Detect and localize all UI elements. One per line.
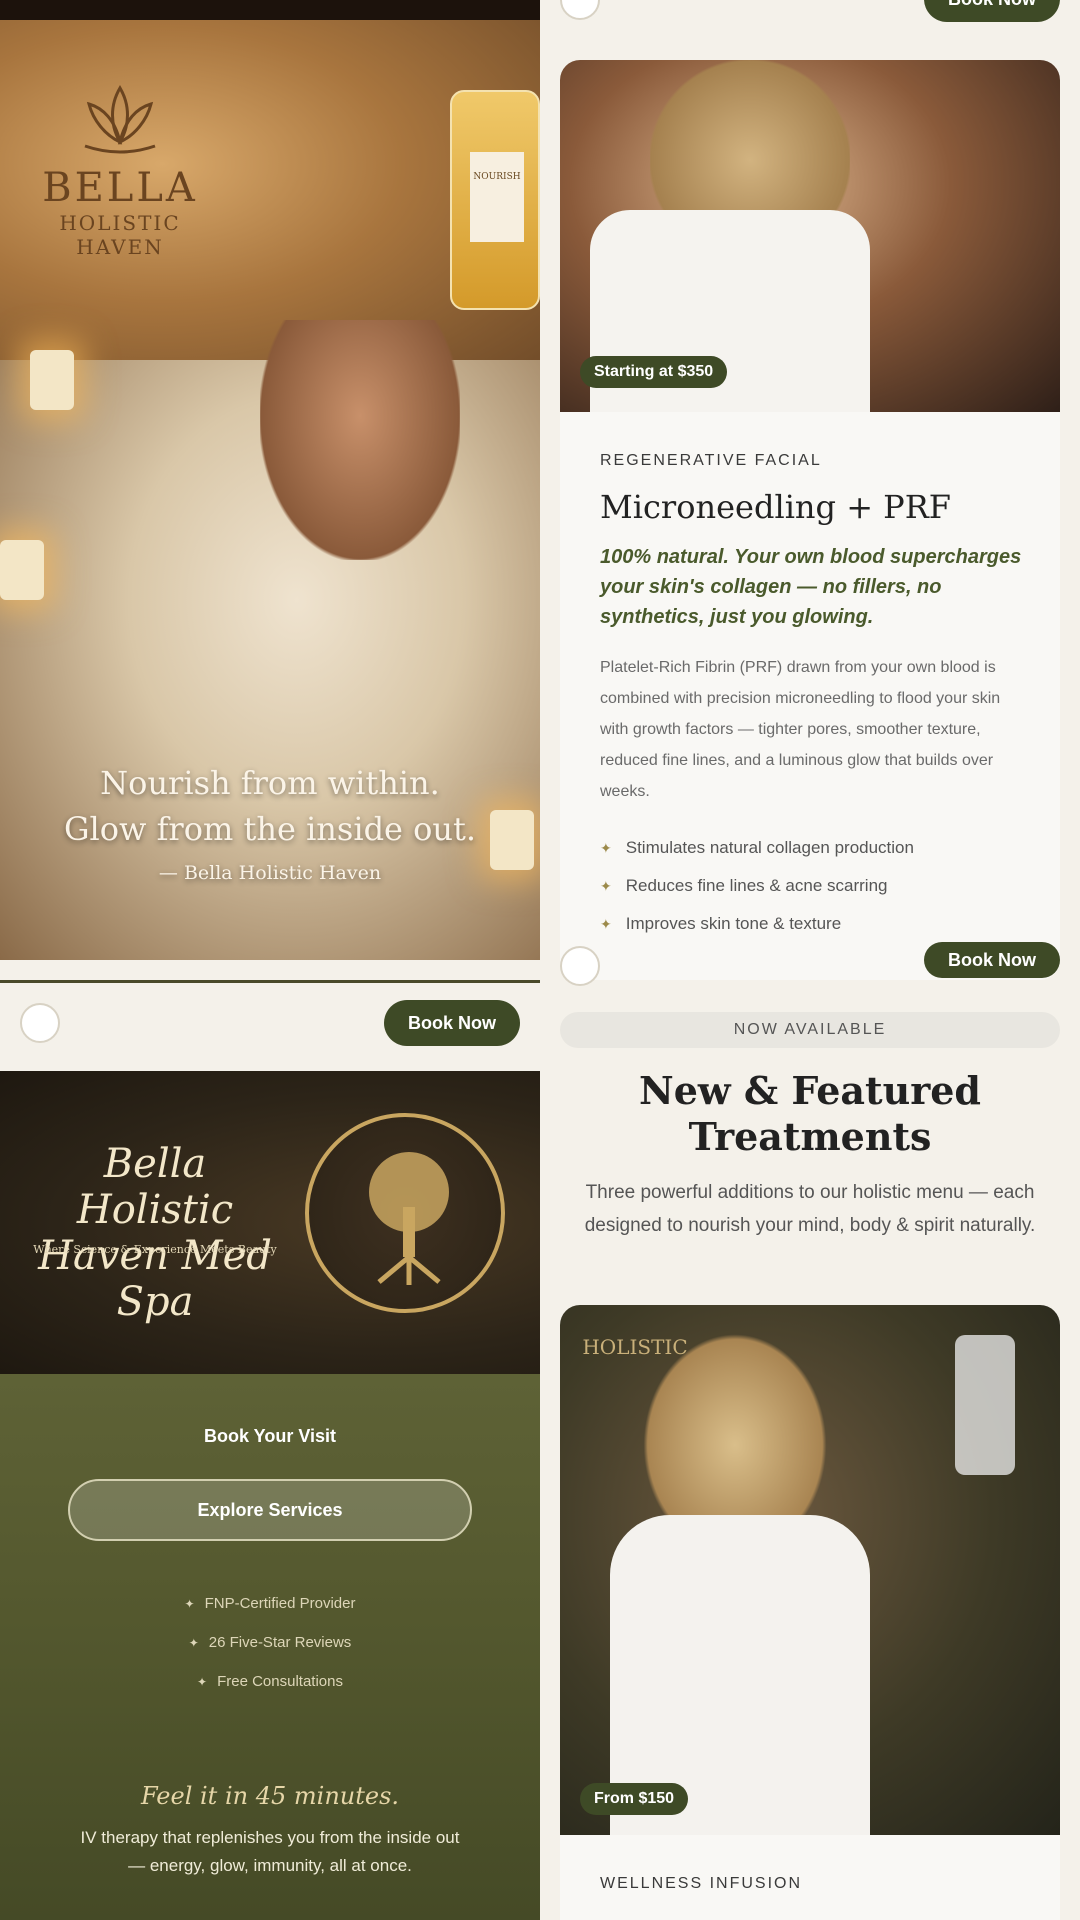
treatment-card-body: REGENERATIVE FACIAL Microneedling + PRF … [600, 452, 1030, 943]
featured-treatments-panel: NOW AVAILABLE New & Featured Treatments … [540, 1000, 1080, 1920]
candle-image [30, 350, 74, 410]
candle-image [0, 540, 44, 600]
benefit-item: ✦ Stimulates natural collagen production [600, 829, 1030, 867]
hero-quote-signature: — Bella Holistic Haven [158, 862, 382, 884]
benefit-label: Improves skin tone & texture [625, 914, 842, 933]
hero-quote-line1: Nourish from within. [100, 764, 440, 802]
spa-logo-icon[interactable] [20, 1003, 60, 1043]
brand-banner: Bella Holistic Haven Med Spa Where Scien… [0, 1071, 540, 1374]
iv-feel-description: IV therapy that replenishes you from the… [80, 1828, 460, 1875]
book-now-button[interactable]: Book Now [924, 942, 1060, 978]
wellness-infusion-photo: HOLISTIC [560, 1305, 1060, 1835]
hero-quote: Nourish from within. Glow from the insid… [0, 760, 540, 884]
hero-top-bar [0, 0, 540, 20]
spa-logo-icon[interactable] [560, 946, 600, 986]
hero-quote-line2: Glow from the inside out. [63, 810, 477, 848]
tree-of-life-icon [369, 1152, 449, 1285]
sparkle-icon: ✦ [184, 1596, 195, 1611]
spa-logo-icon[interactable] [560, 0, 600, 20]
sparkle-icon: ✦ [600, 915, 612, 932]
iv-feel-title: Feel it in 45 minutes. [140, 1782, 400, 1810]
trust-feature-item: ✦ 26 Five-Star Reviews [0, 1623, 540, 1662]
trust-feature-label: FNP-Certified Provider [204, 1595, 356, 1612]
iv-bag-label: NOURISH [470, 152, 524, 242]
sparkle-icon: ✦ [600, 839, 612, 856]
price-badge: From $150 [580, 1783, 689, 1815]
trust-feature-item: ✦ Free Consultations [0, 1662, 540, 1701]
explore-services-button[interactable]: Explore Services [68, 1479, 472, 1541]
tree-logo-emblem [305, 1113, 505, 1313]
iv-bag-image: NOURISH [450, 90, 540, 310]
visit-heading: Book Your Visit [203, 1426, 337, 1446]
price-badge: Starting at $350 [580, 356, 728, 388]
treatment-tagline: 100% natural. Your own blood supercharge… [600, 546, 1022, 628]
now-available-badge: NOW AVAILABLE [560, 1012, 1060, 1048]
benefit-item: ✦ Improves skin tone & texture [600, 905, 1030, 943]
hero-logo-line2: HOLISTIC HAVEN [59, 211, 181, 259]
benefit-label: Stimulates natural collagen production [625, 838, 914, 857]
top-nav-bar: Book Now [0, 993, 540, 1053]
treatment-card-panel: Book Now Starting at $350 REGENERATIVE F… [540, 0, 1080, 1000]
wellness-infusion-card[interactable]: HOLISTIC From $150 WELLNESS INFUSION [560, 1305, 1060, 1920]
book-now-button[interactable]: Book Now [384, 1000, 520, 1046]
sparkle-icon: ✦ [600, 877, 612, 894]
trust-feature-item: ✦ FNP-Certified Provider [0, 1584, 540, 1623]
trust-feature-list: ✦ FNP-Certified Provider ✦ 26 Five-Star Re… [0, 1584, 540, 1701]
top-nav-bar: Book Now [540, 0, 1080, 22]
benefit-item: ✦ Reduces fine lines & acne scarring [600, 867, 1030, 905]
sparkle-icon: ✦ [188, 1635, 199, 1650]
sparkle-icon: ✦ [197, 1674, 208, 1689]
hero-photo-woman [260, 320, 460, 560]
treatment-card: Starting at $350 REGENERATIVE FACIAL Mic… [560, 60, 1060, 980]
hero-panel: BELLA HOLISTIC HAVEN NOURISH Nourish fro… [0, 0, 540, 960]
banner-subtitle: Where Science & Experience Meets Beauty [33, 1243, 277, 1256]
banner-title: Bella Holistic Haven Med Spa [38, 1141, 272, 1325]
visit-cta-section: Book Your Visit Explore Services ✦ FNP-Ce… [0, 1374, 540, 1920]
trust-feature-label: 26 Five-Star Reviews [208, 1634, 352, 1651]
treatment-eyebrow: WELLNESS INFUSION [600, 1875, 803, 1892]
treatment-description: Platelet-Rich Fibrin (PRF) drawn from yo… [600, 659, 1001, 800]
treatment-title: Microneedling + PRF [600, 488, 951, 526]
lotus-icon [84, 85, 156, 154]
benefit-list: ✦ Stimulates natural collagen production … [600, 829, 1030, 943]
featured-title: New & Featured Treatments [638, 1068, 982, 1159]
benefit-label: Reduces fine lines & acne scarring [625, 876, 888, 895]
treatment-eyebrow: REGENERATIVE FACIAL [600, 452, 822, 469]
hero-wall-logo: BELLA HOLISTIC HAVEN [20, 80, 220, 259]
trust-feature-label: Free Consultations [217, 1673, 343, 1690]
iv-bag-image [955, 1335, 1015, 1475]
screenshot-collage: BELLA HOLISTIC HAVEN NOURISH Nourish fro… [0, 0, 1080, 1920]
visit-panel: Book Now Bella Holistic Haven Med Spa Wh… [0, 983, 540, 1920]
book-now-button[interactable]: Book Now [924, 0, 1060, 22]
hero-logo-line1: BELLA [42, 165, 198, 211]
featured-description: Three powerful additions to our holistic… [584, 1182, 1036, 1236]
